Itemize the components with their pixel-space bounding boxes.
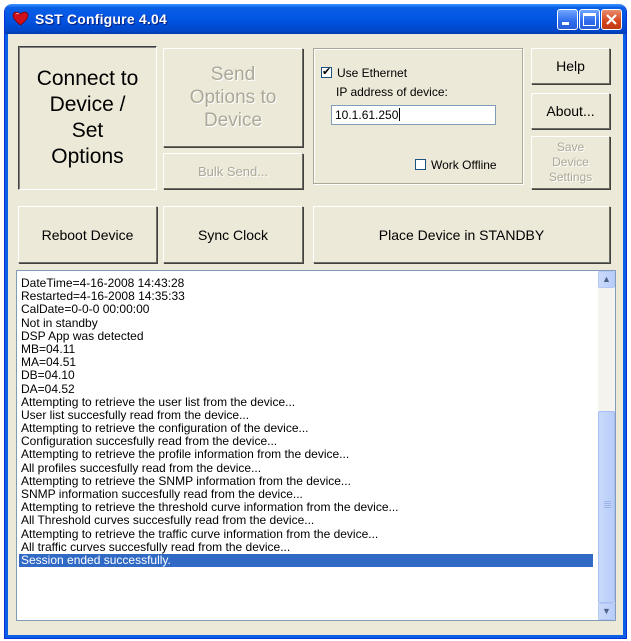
- reboot-device-button[interactable]: Reboot Device: [18, 206, 157, 263]
- maximize-icon: [583, 13, 596, 26]
- standby-button[interactable]: Place Device in STANDBY: [313, 206, 610, 263]
- log-line[interactable]: DSP App was detected: [21, 329, 593, 343]
- vertical-scrollbar[interactable]: ▲ ▼: [598, 271, 615, 620]
- log-line[interactable]: All profiles succesfully read from the d…: [21, 461, 593, 475]
- use-ethernet-checkbox[interactable]: ✔: [321, 67, 332, 78]
- save-device-settings-button[interactable]: Save Device Settings: [531, 136, 610, 189]
- log-line[interactable]: All Threshold curves succesfully read fr…: [21, 514, 593, 527]
- scroll-up-button[interactable]: ▲: [598, 271, 615, 288]
- use-ethernet-label: Use Ethernet: [337, 66, 408, 80]
- work-offline-label: Work Offline: [431, 158, 497, 172]
- close-button[interactable]: [601, 9, 622, 30]
- minimize-icon: [562, 22, 569, 25]
- log-lines: DateTime=4-16-2008 14:43:28 Restarted=4-1…: [19, 276, 593, 568]
- bulk-send-button[interactable]: Bulk Send...: [163, 153, 303, 189]
- maximize-button[interactable]: [579, 9, 600, 30]
- log-line[interactable]: DA=04.52: [21, 382, 593, 396]
- work-offline-checkbox[interactable]: [415, 159, 426, 170]
- log-line[interactable]: Attempting to retrieve the profile infor…: [21, 448, 593, 461]
- scroll-down-button[interactable]: ▼: [598, 603, 615, 620]
- log-line[interactable]: DB=04.10: [21, 369, 593, 382]
- send-options-button[interactable]: Send Options to Device: [163, 48, 303, 147]
- scroll-thumb[interactable]: [598, 411, 615, 603]
- ip-address-value: 10.1.61.250: [335, 108, 399, 122]
- about-button[interactable]: About...: [531, 93, 610, 129]
- log-line[interactable]: MB=04.11: [21, 342, 593, 356]
- chevron-up-icon: ▲: [602, 274, 611, 284]
- log-line[interactable]: All traffic curves succesfully read from…: [21, 540, 593, 554]
- title-bar[interactable]: SST Configure 4.04: [5, 4, 626, 34]
- app-heart-icon: [12, 11, 29, 26]
- help-button[interactable]: Help: [531, 48, 610, 84]
- connect-set-options-button[interactable]: Connect to Device / Set Options: [18, 46, 157, 190]
- ip-address-label: IP address of device:: [336, 85, 448, 99]
- ip-address-input[interactable]: 10.1.61.250: [331, 105, 496, 125]
- log-line[interactable]: MA=04.51: [21, 355, 593, 369]
- log-line[interactable]: Attempting to retrieve the user list fro…: [21, 395, 593, 409]
- log-line[interactable]: CalDate=0-0-0 00:00:00: [21, 303, 593, 316]
- sync-clock-button[interactable]: Sync Clock: [163, 206, 303, 263]
- log-line[interactable]: Attempting to retrieve the traffic curve…: [21, 527, 593, 541]
- text-caret: [399, 108, 401, 121]
- session-log[interactable]: DateTime=4-16-2008 14:43:28 Restarted=4-1…: [16, 270, 616, 621]
- chevron-down-icon: ▼: [602, 606, 611, 616]
- window-title: SST Configure 4.04: [35, 11, 167, 27]
- log-line[interactable]: Session ended successfully.: [19, 553, 593, 568]
- log-line[interactable]: Not in standby: [21, 316, 593, 330]
- checkmark-icon: ✔: [322, 66, 332, 78]
- close-icon: [606, 14, 617, 25]
- minimize-button[interactable]: [557, 9, 578, 30]
